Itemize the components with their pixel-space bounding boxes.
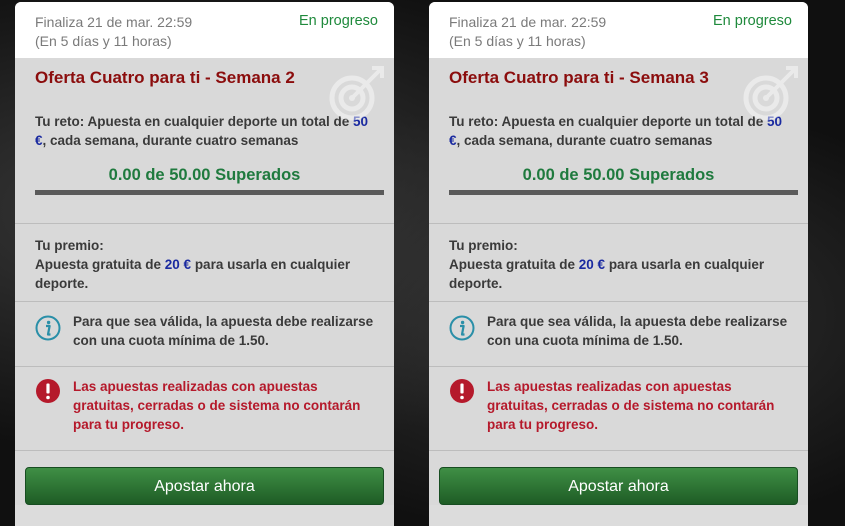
bet-now-button[interactable]: Apostar ahora [25, 467, 384, 505]
end-date-label: Finaliza 21 de mar. 22:59 [449, 14, 607, 30]
prize-description: Apuesta gratuita de 20 € para usarla en … [35, 255, 374, 293]
status-badge: En progreso [299, 13, 378, 29]
prize-label: Tu premio: [35, 238, 104, 253]
odds-notice: Para que sea válida, la apuesta debe rea… [15, 302, 394, 366]
button-area: Apostar ahora [429, 451, 808, 505]
time-remaining: (En 5 días y 11 horas) [35, 33, 172, 49]
card-header: Finaliza 21 de mar. 22:59 (En 5 días y 1… [429, 2, 808, 58]
warning-notice: Las apuestas realizadas con apuestas gra… [15, 367, 394, 450]
info-icon [449, 315, 475, 341]
offer-card-week-2: Finaliza 21 de mar. 22:59 (En 5 días y 1… [15, 2, 394, 526]
prize-text: Tu premio: Apuesta gratuita de 20 € para… [15, 224, 394, 301]
prize-description: Apuesta gratuita de 20 € para usarla en … [449, 255, 788, 293]
status-badge: En progreso [713, 13, 792, 29]
progress-text: 0.00 de 50.00 Superados [108, 166, 301, 184]
info-text: Para que sea válida, la apuesta debe rea… [73, 314, 374, 348]
prize-amount: 20 € [578, 257, 606, 272]
warning-text: Las apuestas realizadas con apuestas gra… [487, 379, 775, 432]
card-header: Finaliza 21 de mar. 22:59 (En 5 días y 1… [15, 2, 394, 58]
challenge-suffix: , cada semana, durante cuatro semanas [456, 133, 713, 148]
odds-notice: Para que sea válida, la apuesta debe rea… [429, 302, 808, 366]
button-area: Apostar ahora [15, 451, 394, 505]
prize-amount: 20 € [164, 257, 192, 272]
end-date: Finaliza 21 de mar. 22:59 (En 5 días y 1… [35, 13, 192, 51]
offer-card-week-3: Finaliza 21 de mar. 22:59 (En 5 días y 1… [429, 2, 808, 526]
end-date-label: Finaliza 21 de mar. 22:59 [35, 14, 193, 30]
card-body: Oferta Cuatro para ti - Semana 3 Tu reto… [429, 58, 808, 505]
warning-text: Las apuestas realizadas con apuestas gra… [73, 379, 361, 432]
info-icon [35, 315, 61, 341]
end-date: Finaliza 21 de mar. 22:59 (En 5 días y 1… [449, 13, 606, 51]
card-body: Oferta Cuatro para ti - Semana 2 Tu reto… [15, 58, 394, 505]
prize-text: Tu premio: Apuesta gratuita de 20 € para… [429, 224, 808, 301]
prize-prefix: Apuesta gratuita de [35, 257, 165, 272]
challenge-suffix: , cada semana, durante cuatro semanas [42, 133, 299, 148]
alert-icon [450, 379, 474, 403]
prize-label: Tu premio: [449, 238, 518, 253]
target-arrow-icon [329, 66, 384, 121]
prize-prefix: Apuesta gratuita de [449, 257, 579, 272]
challenge-prefix: Tu reto: Apuesta en cualquier deporte un… [449, 114, 768, 129]
progress-text: 0.00 de 50.00 Superados [522, 166, 715, 184]
challenge-prefix: Tu reto: Apuesta en cualquier deporte un… [35, 114, 354, 129]
alert-icon [36, 379, 60, 403]
info-text: Para que sea válida, la apuesta debe rea… [487, 314, 788, 348]
bet-now-button[interactable]: Apostar ahora [439, 467, 798, 505]
time-remaining: (En 5 días y 11 horas) [449, 33, 586, 49]
target-arrow-icon [743, 66, 798, 121]
warning-notice: Las apuestas realizadas con apuestas gra… [429, 367, 808, 450]
